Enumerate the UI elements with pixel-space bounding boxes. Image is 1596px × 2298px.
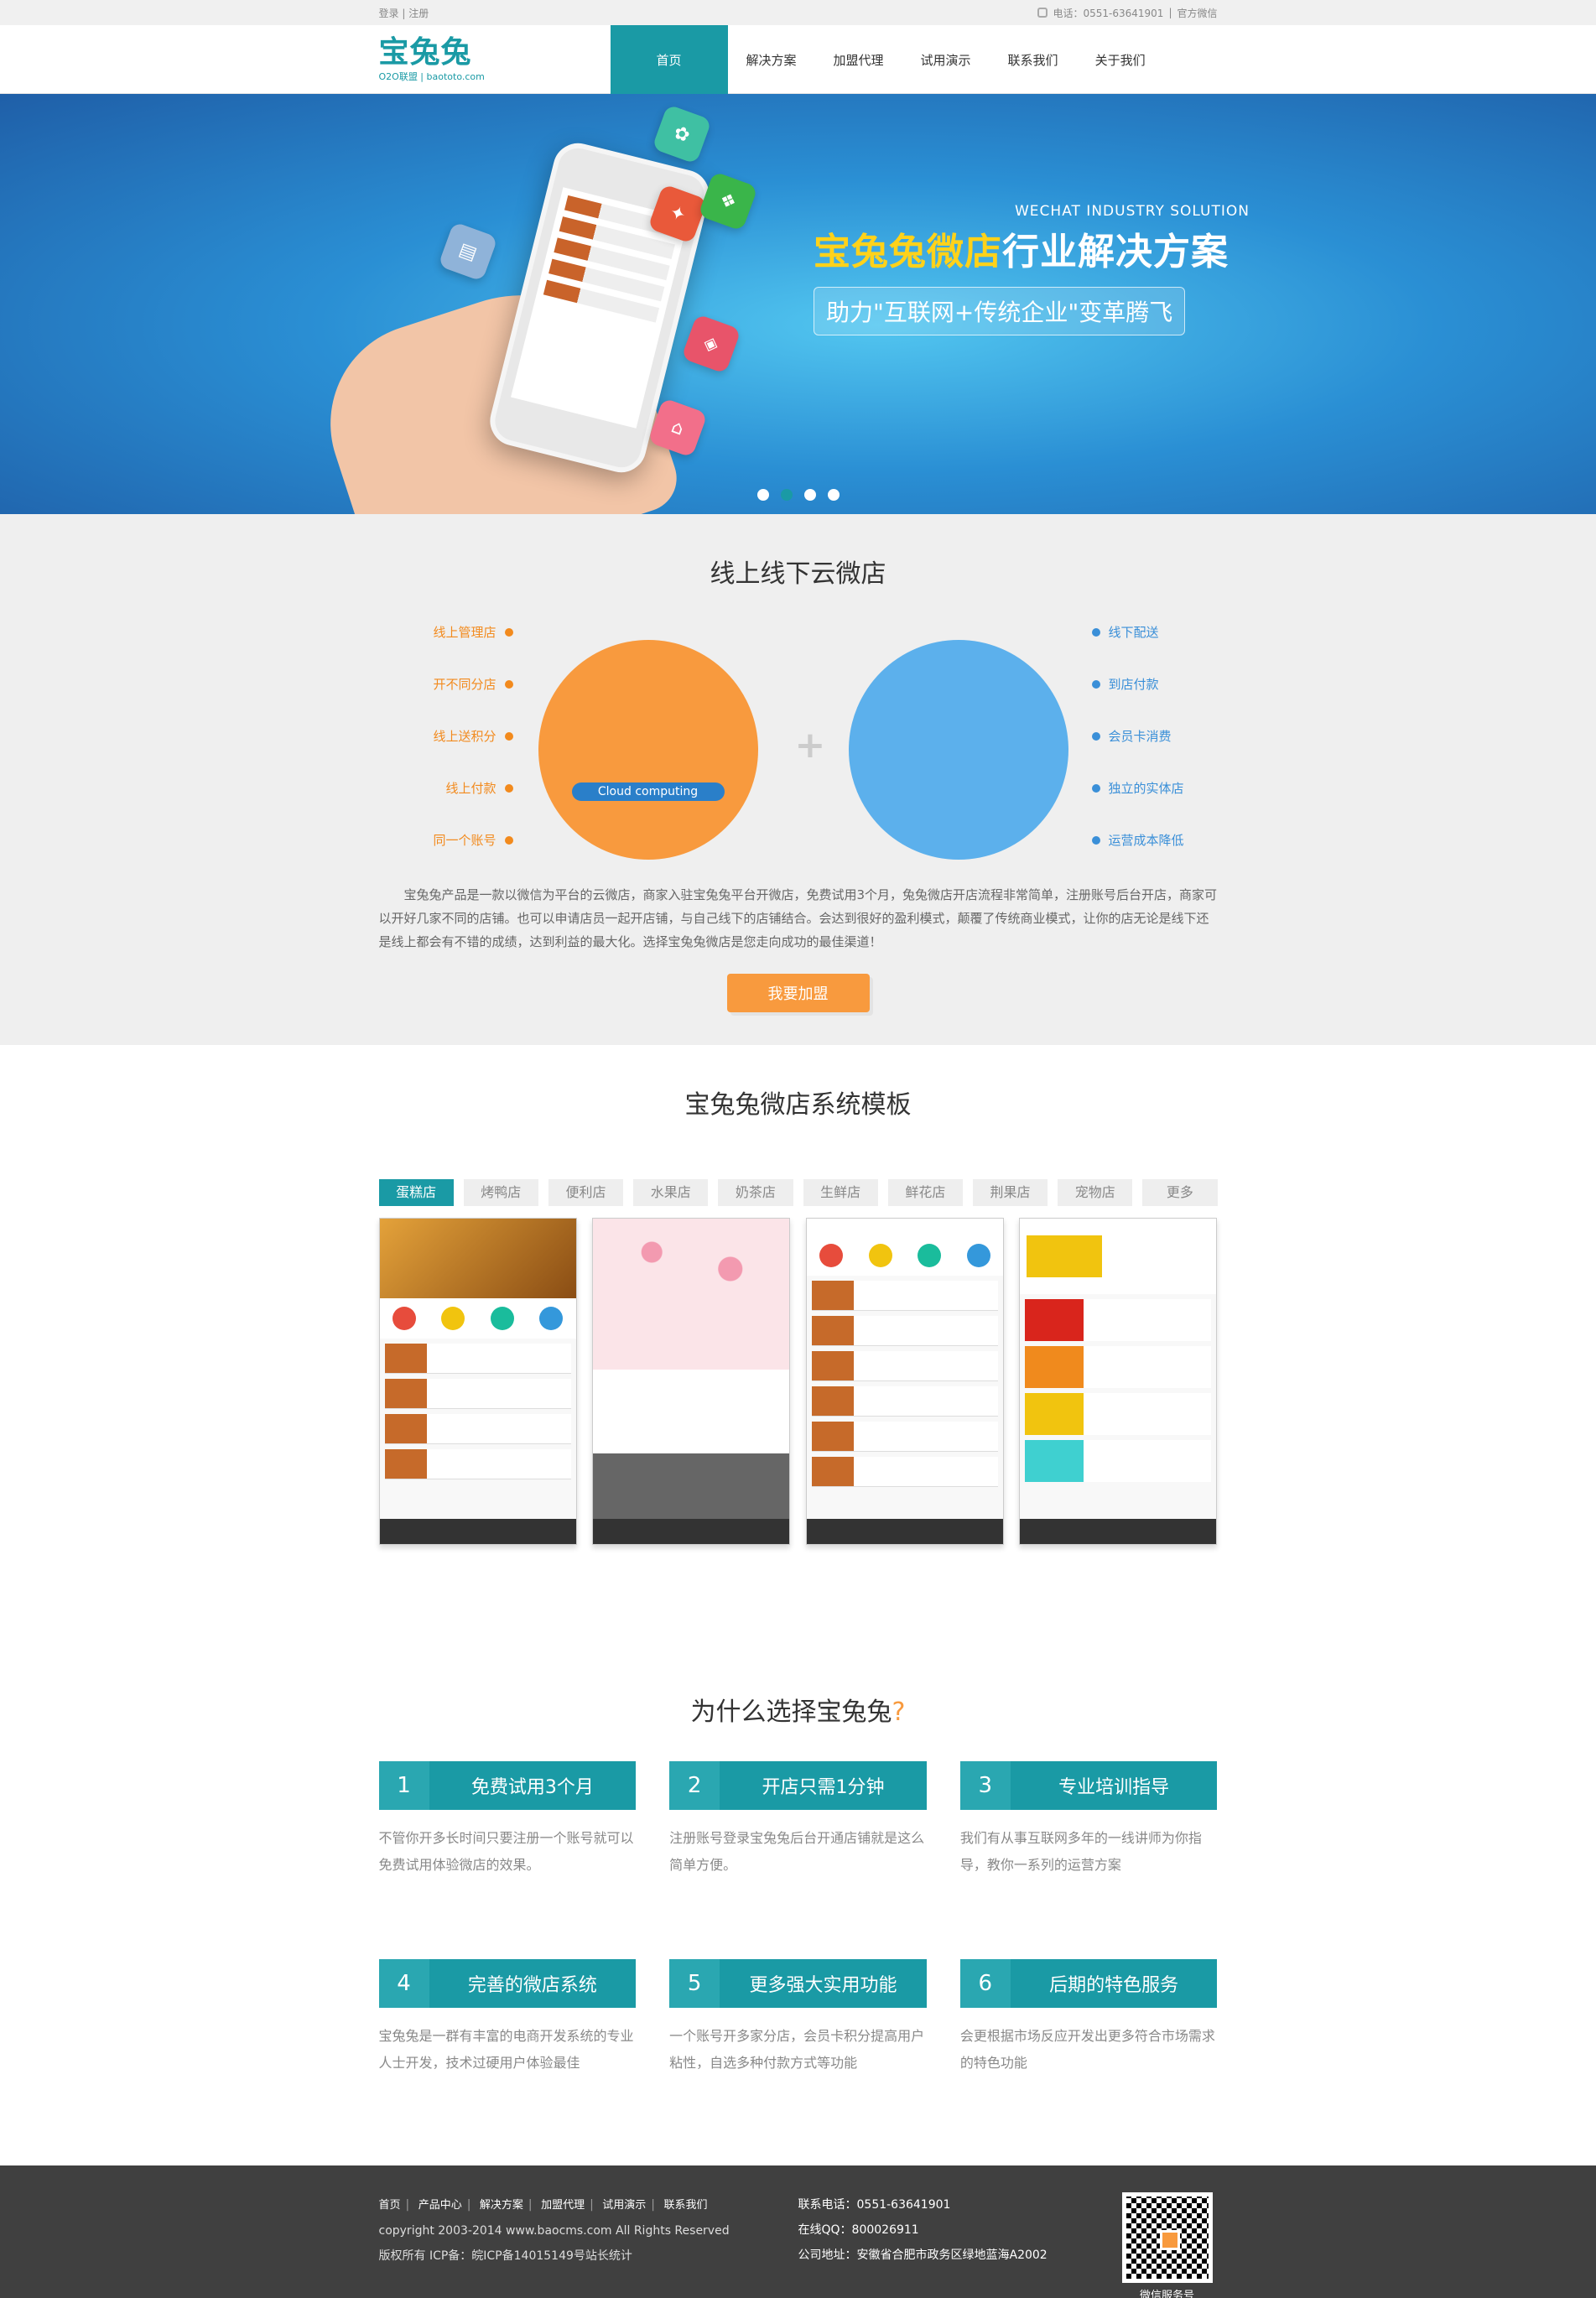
cloud-computing-circle: Cloud computing (538, 640, 758, 860)
nav-solutions[interactable]: 解决方案 (728, 25, 815, 94)
physical-store-circle (848, 640, 1068, 860)
footer-phone: 联系电话：0551-63641901 (798, 2198, 951, 2212)
feature-right: 到店付款 (1091, 675, 1159, 693)
header: 宝兔兔 O2O联盟 | baototo.com 首页 解决方案 加盟代理 试用演… (0, 25, 1596, 94)
app-icon-teal: ✿ (652, 104, 712, 164)
template-preview[interactable] (805, 1218, 1004, 1545)
advantage-card: 6 后期的特色服务 会更根据市场反应开发出更多符合市场需求的特色功能 (959, 1959, 1218, 2077)
templates-section: 宝兔兔微店系统模板 蛋糕店 烤鸭店 便利店 水果店 奶茶店 生鲜店 鲜花店 荆果… (0, 1045, 1596, 1590)
logo-sub: O2O联盟 | baototo.com (378, 71, 485, 82)
footer-address: 公司地址：安徽省合肥市政务区绿地蓝海A2002 (798, 2249, 1048, 2262)
feature-left: 线上付款 (379, 779, 513, 797)
footer-info: 首页 | 产品中心 | 解决方案 | 加盟代理 | 试用演示 | 联系我们 copyrig… (379, 2192, 798, 2298)
copyright: copyright 2003-2014 www.baocms.com All R… (378, 2224, 730, 2238)
feature-left: 开不同分店 (379, 675, 513, 693)
cloud-label: Cloud computing (571, 782, 725, 801)
footer-link-home[interactable]: 首页 (379, 2199, 401, 2212)
footer-qr: 微信服务号 (1117, 2192, 1218, 2298)
footer-link-franchise[interactable]: 加盟代理 (541, 2199, 585, 2212)
feature-left: 同一个账号 (379, 831, 513, 849)
tab-cake[interactable]: 蛋糕店 (378, 1179, 454, 1206)
tab-fresh[interactable]: 生鲜店 (803, 1179, 878, 1206)
advantage-card: 4 完善的微店系统 宝兔兔是一群有丰富的电商开发系统的专业人士开发，技术过硬用户体… (378, 1959, 637, 2077)
banner-text: WECHAT INDUSTRY SOLUTION 宝兔兔微店行业解决方案 助力"… (814, 203, 1250, 335)
app-icon-pink: ◈ (681, 314, 741, 374)
advantage-cards: 1 免费试用3个月 不管你开多长时间只要注册一个账号就可以免费试用体验微店的效果。… (378, 1761, 1218, 2077)
template-preview[interactable] (378, 1218, 577, 1545)
plus-icon: + (794, 724, 826, 767)
section-title: 线上线下云微店 (710, 559, 886, 589)
advantage-card: 3 专业培训指导 我们有从事互联网多年的一线讲师为你指导，教你一系列的运营方案 (959, 1761, 1218, 1879)
feature-right: 独立的实体店 (1091, 779, 1184, 797)
feature-right: 运营成本降低 (1091, 831, 1184, 849)
tab-fruit[interactable]: 水果店 (633, 1179, 709, 1206)
tab-more[interactable]: 更多 (1142, 1179, 1218, 1206)
app-icon-blue: ▤ (438, 221, 498, 282)
phone-icon (1037, 8, 1048, 18)
tab-nuts[interactable]: 荆果店 (972, 1179, 1048, 1206)
app-icon-green: ❖ (698, 171, 758, 231)
banner-slogan: 助力"互联网+传统企业"变革腾飞 (814, 287, 1186, 335)
footer-link-solutions[interactable]: 解决方案 (480, 2199, 523, 2212)
wechat-link[interactable]: 官方微信 (1177, 6, 1217, 20)
footer-links: 首页 | 产品中心 | 解决方案 | 加盟代理 | 试用演示 | 联系我们 (378, 2198, 708, 2212)
footer-qq: 在线QQ：800026911 (798, 2223, 919, 2237)
nav-about[interactable]: 关于我们 (1077, 25, 1164, 94)
tab-flower[interactable]: 鲜花店 (887, 1179, 963, 1206)
carousel-dot-active[interactable] (780, 489, 793, 501)
footer-link-demo[interactable]: 试用演示 (602, 2199, 646, 2212)
advantage-card: 2 开店只需1分钟 注册账号登录宝兔兔后台开通店铺就是这么简单方便。 (669, 1761, 927, 1879)
nav-franchise[interactable]: 加盟代理 (815, 25, 902, 94)
why-section: 为什么选择宝兔兔? 1 免费试用3个月 不管你开多长时间只要注册一个账号就可以免费… (0, 1590, 1596, 2177)
logo-name: 宝兔兔 (378, 35, 472, 70)
section-title: 宝兔兔微店系统模板 (684, 1090, 912, 1120)
feature-right: 线下配送 (1091, 623, 1159, 641)
main-nav: 首页 解决方案 加盟代理 试用演示 联系我们 关于我们 (610, 25, 1164, 94)
tab-duck[interactable]: 烤鸭店 (463, 1179, 538, 1206)
nav-contact[interactable]: 联系我们 (990, 25, 1077, 94)
register-link[interactable]: 注册 (408, 8, 429, 19)
hero-banner[interactable]: ✦ ✿ ❖ ▤ ◈ ⌂ WECHAT INDUSTRY SOLUTION 宝兔兔… (0, 94, 1596, 514)
qr-label: 微信服务号 (1139, 2290, 1194, 2298)
banner-title: 宝兔兔微店行业解决方案 (814, 231, 1229, 273)
footer-contact: 联系电话：0551-63641901 在线QQ：800026911 公司地址：安… (798, 2192, 1117, 2298)
feature-right: 会员卡消费 (1091, 727, 1172, 745)
icp: 版权所有 ICP备：皖ICP备14015149号站长统计 (378, 2249, 632, 2263)
feature-left: 线上管理店 (379, 623, 513, 641)
auth-links: 登录 | 注册 (378, 7, 429, 19)
feature-left: 线上送积分 (379, 727, 513, 745)
carousel-dots (0, 489, 1596, 501)
tab-pet[interactable]: 宠物店 (1058, 1179, 1133, 1206)
intro-description: 宝兔兔产品是一款以微信为平台的云微店，商家入驻宝兔兔平台开微店，免费试用3个月，… (378, 887, 1218, 949)
footer-link-contact[interactable]: 联系我们 (663, 2199, 707, 2212)
advantage-card: 5 更多强大实用功能 一个账号开多家分店，会员卡积分提高用户粘性，自选多种付款方式… (669, 1959, 927, 2077)
footer: 首页 | 产品中心 | 解决方案 | 加盟代理 | 试用演示 | 联系我们 copyrig… (0, 2165, 1596, 2298)
login-link[interactable]: 登录 (379, 8, 399, 19)
template-tabs: 蛋糕店 烤鸭店 便利店 水果店 奶茶店 生鲜店 鲜花店 荆果店 宠物店 更多 (378, 1179, 1218, 1206)
carousel-dot[interactable] (803, 489, 816, 501)
carousel-dot[interactable] (827, 489, 840, 501)
join-button[interactable]: 我要加盟 (726, 974, 870, 1012)
template-preview[interactable] (592, 1218, 791, 1545)
nav-demo[interactable]: 试用演示 (902, 25, 990, 94)
logo[interactable]: 宝兔兔 O2O联盟 | baototo.com (379, 36, 611, 83)
why-title: 为什么选择宝兔兔? (690, 1698, 906, 1727)
carousel-dot[interactable] (756, 489, 769, 501)
template-preview[interactable] (1019, 1218, 1218, 1545)
online-offline-diagram: 线上管理店 开不同分店 线上送积分 线上付款 同一个账号 Cloud compu… (379, 615, 1218, 883)
top-phone: 电话：0551-63641901 (1053, 7, 1164, 19)
qr-code-icon (1121, 2192, 1213, 2283)
nav-home[interactable]: 首页 (610, 25, 728, 94)
tab-tea[interactable]: 奶茶店 (718, 1179, 793, 1206)
banner-en: WECHAT INDUSTRY SOLUTION (1015, 203, 1250, 220)
footer-link-products[interactable]: 产品中心 (418, 2199, 462, 2212)
template-previews (378, 1218, 1218, 1545)
tab-convenience[interactable]: 便利店 (548, 1179, 624, 1206)
cloud-store-section: 线上线下云微店 线上管理店 开不同分店 线上送积分 线上付款 同一个账号 Clo… (0, 514, 1596, 1045)
top-bar: 登录 | 注册 电话：0551-63641901 | 官方微信 (0, 0, 1596, 25)
advantage-card: 1 免费试用3个月 不管你开多长时间只要注册一个账号就可以免费试用体验微店的效果。 (378, 1761, 637, 1879)
